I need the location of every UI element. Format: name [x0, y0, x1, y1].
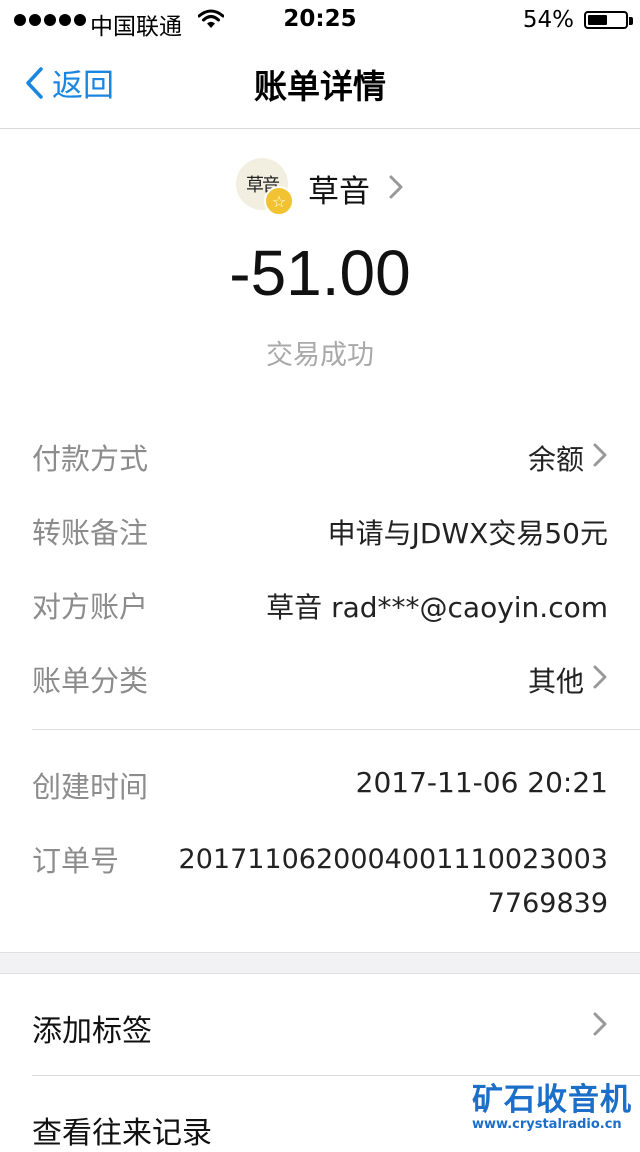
transfer-note-value: 申请与JDWX交易50元	[327, 517, 608, 550]
watermark: 矿石收音机 www.crystalradio.cn	[472, 1074, 632, 1132]
counterparty-label: 对方账户	[32, 590, 149, 624]
amount: -51.00	[229, 237, 411, 309]
status-bar: 中国联通 20:25 54%	[0, 0, 640, 40]
chevron-right-icon[interactable]	[592, 442, 608, 468]
chevron-right-icon[interactable]	[388, 174, 404, 200]
chevron-right-icon[interactable]	[592, 1011, 608, 1037]
created-time-label: 创建时间	[32, 770, 149, 804]
page-title: 账单详情	[254, 67, 386, 106]
divider	[32, 729, 640, 730]
payment-method-value[interactable]: 余额	[528, 438, 584, 478]
add-tag-item[interactable]: 添加标签	[32, 1006, 152, 1050]
transaction-status: 交易成功	[266, 340, 374, 371]
created-time-value: 2017-11-06 20:21	[355, 766, 608, 799]
merchant-name[interactable]: 草音	[308, 166, 370, 211]
category-value[interactable]: 其他	[528, 660, 584, 700]
battery-percentage: 54%	[522, 7, 574, 33]
navigation-bar: 返回 账单详情	[0, 40, 640, 129]
view-history-item[interactable]: 查看往来记录	[32, 1108, 212, 1152]
transfer-note-label: 转账备注	[32, 516, 149, 550]
watermark-url: www.crystalradio.cn	[472, 1117, 622, 1132]
battery-tip	[629, 17, 633, 25]
section-separator	[0, 952, 640, 974]
payment-method-label: 付款方式	[32, 442, 149, 476]
battery-icon	[584, 11, 628, 29]
star-icon: ☆	[264, 186, 294, 216]
watermark-title: 矿石收音机	[472, 1082, 632, 1118]
chevron-right-icon[interactable]	[592, 664, 608, 690]
order-number-value: 20171106200040011100230037769839	[178, 844, 608, 919]
counterparty-value: 草音 rad***@caoyin.com	[266, 591, 608, 624]
category-label: 账单分类	[32, 664, 149, 698]
order-number-label: 订单号	[32, 844, 120, 878]
